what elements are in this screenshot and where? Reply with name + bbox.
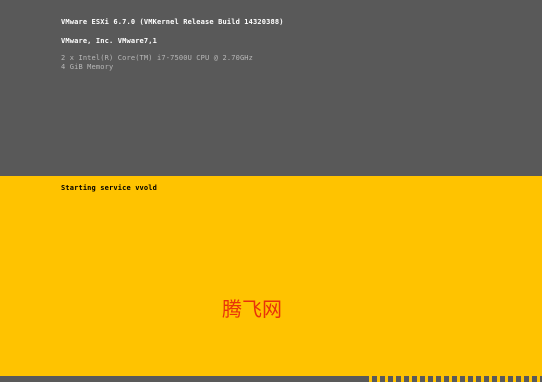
cpu-info: 2 x Intel(R) Core(TM) i7-7500U CPU @ 2.7… — [61, 54, 254, 62]
system-info-panel: VMware ESXi 6.7.0 (VMKernel Release Buil… — [0, 0, 542, 176]
boot-status-panel — [0, 176, 542, 376]
watermark-text: 腾飞网 — [222, 297, 282, 321]
boot-status-message: Starting service vvold — [61, 184, 158, 192]
boot-progress-bar — [0, 376, 542, 382]
progress-bar-solid — [0, 376, 364, 382]
progress-bar-dashes — [364, 376, 542, 382]
memory-info: 4 GiB Memory — [61, 63, 114, 71]
esxi-version-title: VMware ESXi 6.7.0 (VMKernel Release Buil… — [61, 18, 284, 26]
hardware-vendor: VMware, Inc. VMware7,1 — [61, 37, 158, 45]
